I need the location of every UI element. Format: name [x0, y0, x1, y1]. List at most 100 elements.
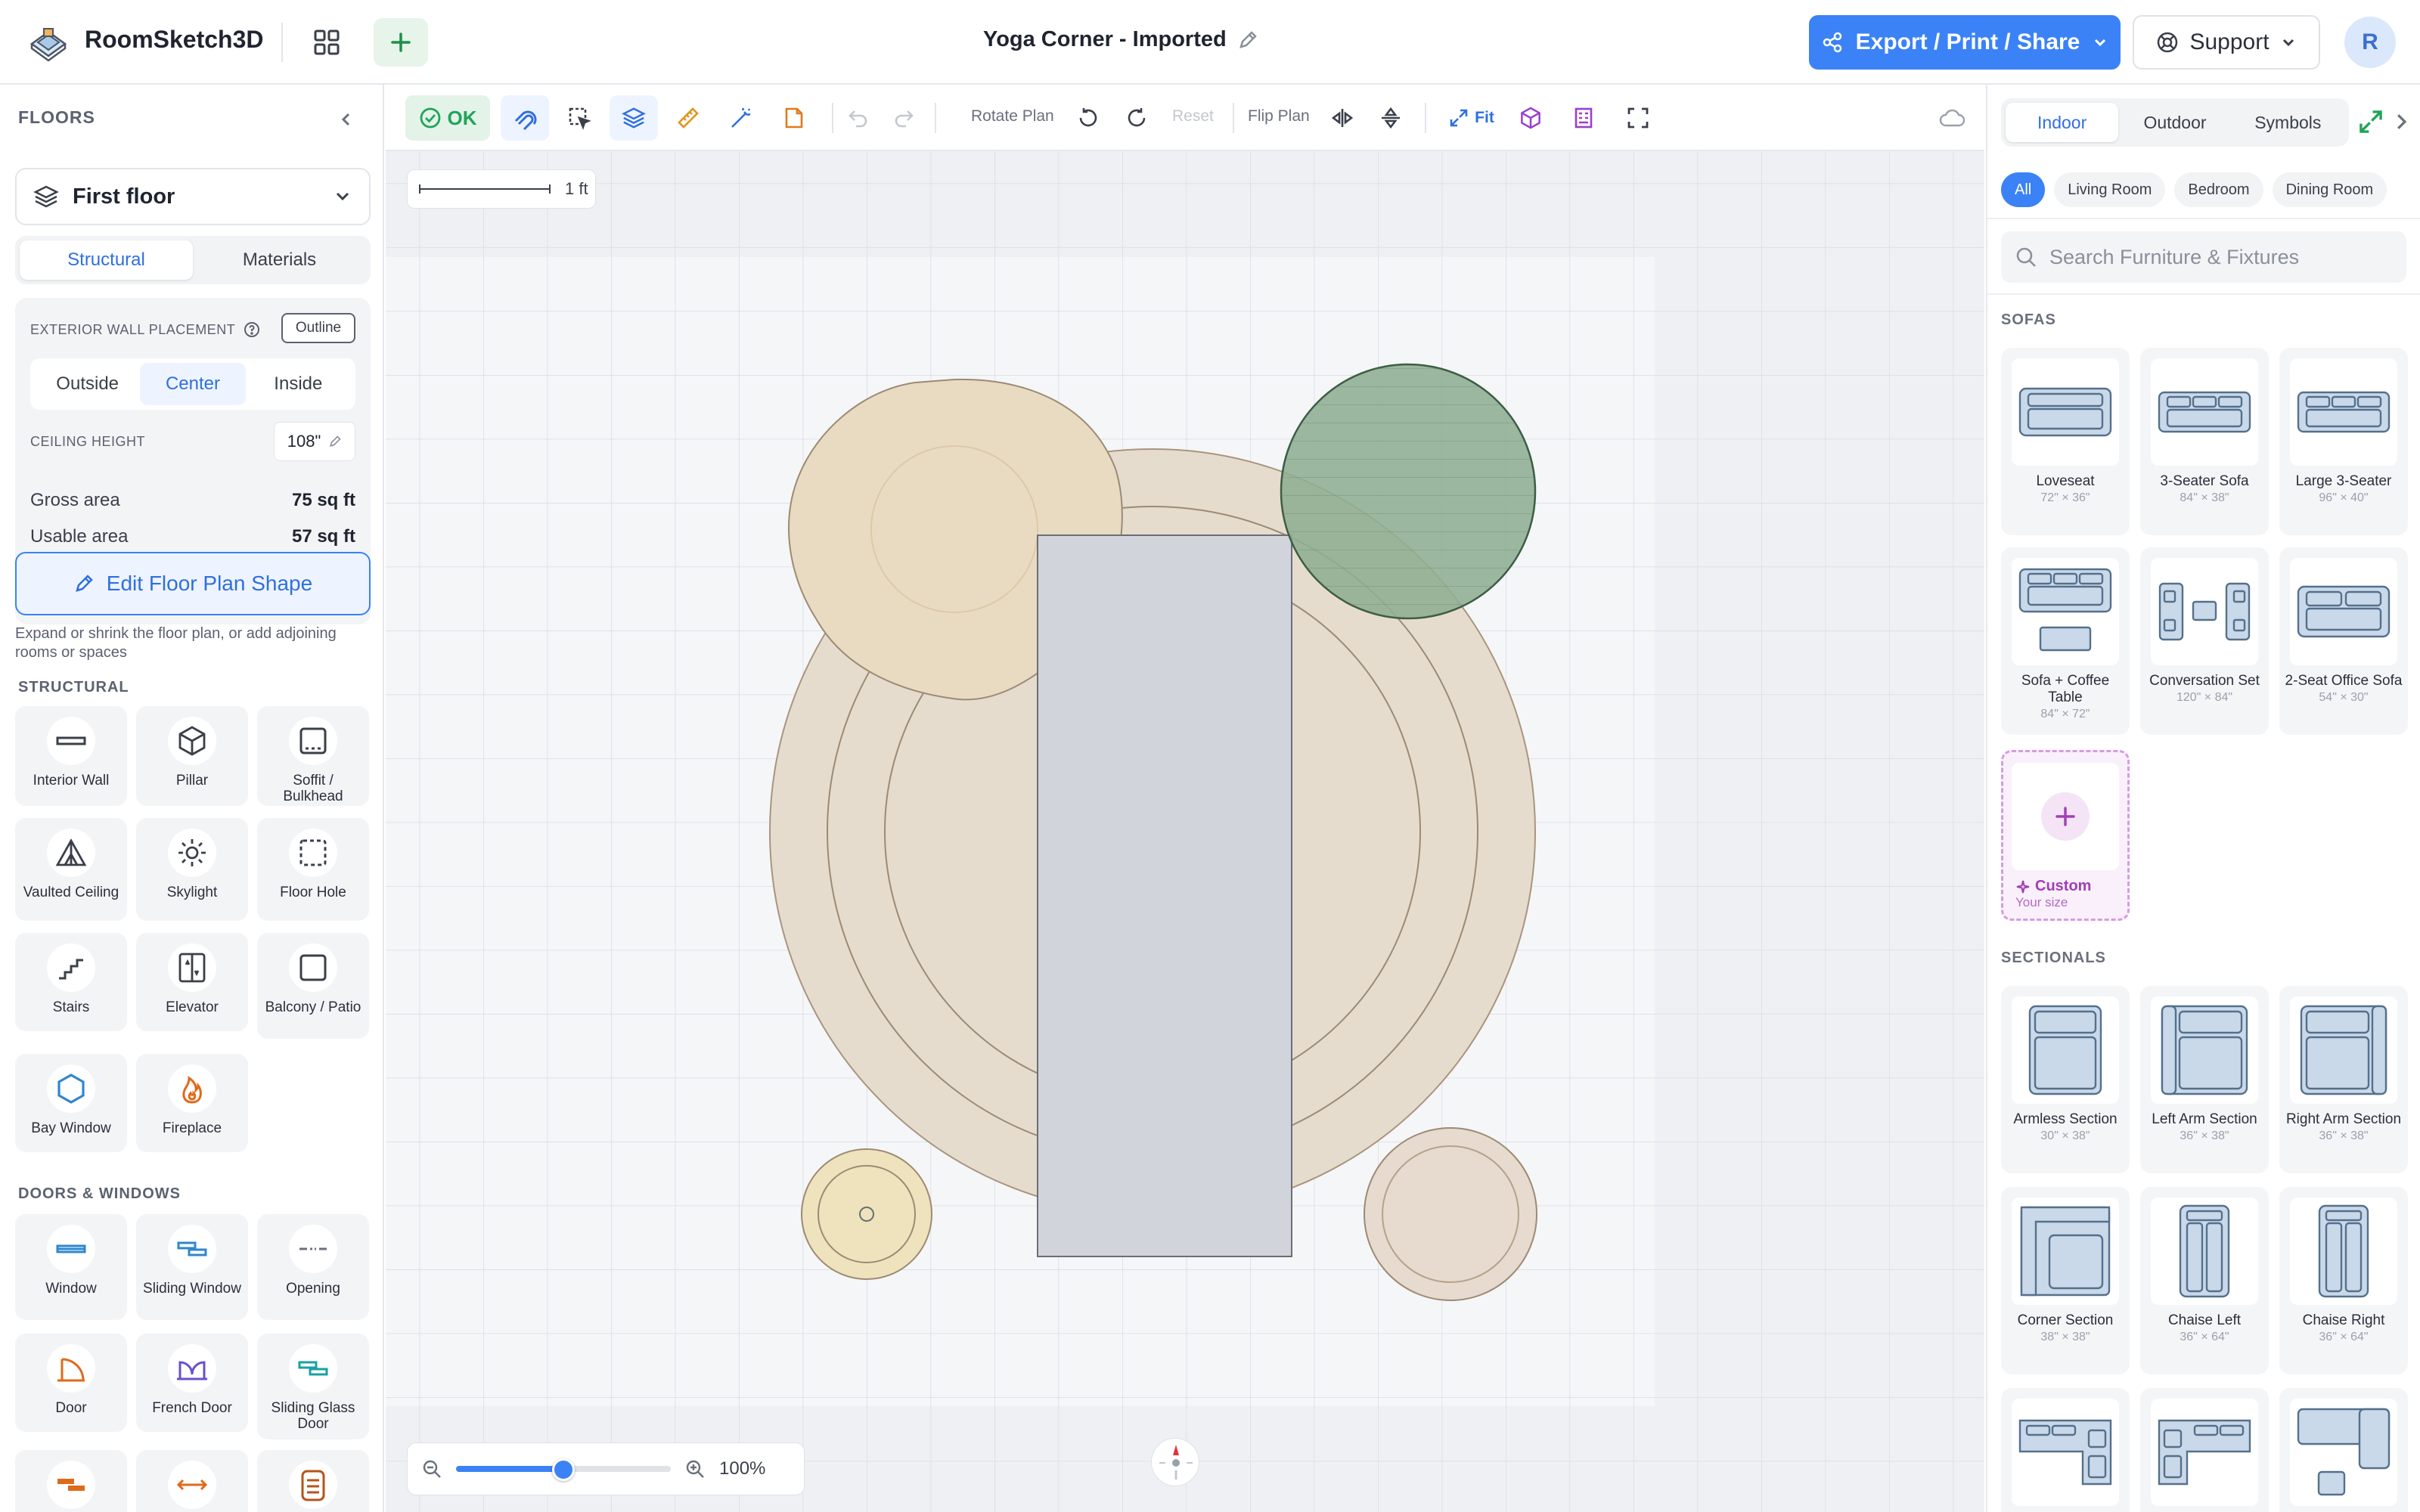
item-custom-size[interactable]: Custom Your size — [2001, 750, 2130, 921]
chip-bedroom[interactable]: Bedroom — [2174, 172, 2263, 207]
pencil-icon[interactable] — [1237, 29, 1258, 51]
item-armless-section[interactable]: Armless Section 30" × 38" — [2001, 986, 2130, 1173]
chip-all[interactable]: All — [2001, 172, 2046, 207]
tool-stairs[interactable]: Stairs — [15, 933, 127, 1031]
zoom-in-icon[interactable] — [684, 1458, 706, 1479]
floor-selector[interactable]: First floor — [15, 168, 371, 225]
rotate-right-button[interactable] — [1118, 95, 1156, 141]
zoom-slider[interactable] — [456, 1458, 671, 1481]
edit-floor-plan-button[interactable]: Edit Floor Plan Shape — [15, 552, 371, 615]
tool-bay-window[interactable]: Bay Window — [15, 1054, 127, 1152]
item-conversation-set[interactable]: Conversation Set 120" × 84" — [2140, 547, 2269, 735]
chip-dining-room[interactable]: Dining Room — [2272, 172, 2387, 207]
tool-pillar[interactable]: Pillar — [136, 706, 248, 806]
export-print-share-button[interactable]: Export / Print / Share — [1809, 15, 2121, 70]
item-l-sectional-left[interactable] — [2001, 1388, 2130, 1512]
expand-panel-button[interactable] — [2358, 109, 2384, 135]
logo-icon[interactable] — [26, 21, 71, 64]
item-left-arm-section[interactable]: Left Arm Section 36" × 38" — [2140, 986, 2269, 1173]
tool-french-door[interactable]: French Door — [136, 1334, 248, 1432]
measure-tool[interactable] — [666, 95, 711, 141]
compass-icon[interactable] — [1151, 1438, 1199, 1486]
tool-balcony-patio[interactable]: Balcony / Patio — [257, 933, 369, 1039]
item-chaise-right[interactable]: Chaise Right 36" × 64" — [2279, 1187, 2408, 1374]
tool-more-1[interactable] — [15, 1450, 127, 1512]
item-3-seater-sofa[interactable]: 3-Seater Sofa 84" × 38" — [2140, 348, 2269, 535]
user-avatar[interactable]: R — [2344, 17, 2396, 68]
support-button[interactable]: Support — [2133, 15, 2320, 70]
zoom-out-icon[interactable] — [421, 1458, 442, 1479]
tool-interior-wall[interactable]: Interior Wall — [15, 706, 127, 806]
tool-elevator[interactable]: Elevator — [136, 933, 248, 1031]
magic-tool[interactable] — [718, 95, 764, 141]
tool-skylight[interactable]: Skylight — [136, 818, 248, 921]
item-loveseat[interactable]: Loveseat 72" × 36" — [2001, 348, 2130, 535]
item-l-sectional-right[interactable] — [2140, 1388, 2269, 1512]
document-title[interactable]: Yoga Corner - Imported — [983, 27, 1258, 52]
tool-opening[interactable]: Opening — [257, 1214, 369, 1320]
item-chaise-left[interactable]: Chaise Left 36" × 64" — [2140, 1187, 2269, 1374]
collapse-right-button[interactable] — [2390, 109, 2412, 135]
tab-outdoor[interactable]: Outdoor — [2118, 103, 2231, 142]
elevation-view-button[interactable] — [1562, 95, 1605, 141]
item-sectional-ottoman[interactable] — [2279, 1388, 2408, 1512]
undo-icon — [849, 110, 867, 128]
furniture-search[interactable]: Search Furniture & Fixtures — [2001, 231, 2406, 283]
layers-tool[interactable] — [610, 95, 658, 141]
snap-tool[interactable] — [501, 95, 549, 141]
floor-plan-drawing[interactable] — [386, 151, 1984, 1512]
ceiling-height-field[interactable]: 108" — [274, 422, 355, 461]
fit-button[interactable]: Fit — [1440, 95, 1503, 141]
cabinet-icon — [289, 1461, 337, 1509]
tab-symbols[interactable]: Symbols — [2232, 103, 2344, 142]
small-side-table[interactable] — [801, 1148, 932, 1280]
item-name: Armless Section — [2013, 1111, 2118, 1127]
building-icon — [1575, 107, 1593, 129]
tool-window[interactable]: Window — [15, 1214, 127, 1320]
item-right-arm-section[interactable]: Right Arm Section 36" × 38" — [2279, 986, 2408, 1173]
placement-center[interactable]: Center — [140, 363, 246, 405]
placement-inside[interactable]: Inside — [246, 363, 351, 405]
status-ok-button[interactable]: OK — [405, 95, 490, 141]
tool-more-3[interactable] — [257, 1450, 369, 1512]
floor-plan-canvas[interactable]: 1 ft 100% — [386, 151, 1984, 1512]
tab-structural[interactable]: Structural — [20, 240, 193, 280]
undo-button[interactable] — [839, 95, 877, 141]
tool-floor-hole[interactable]: Floor Hole — [257, 818, 369, 921]
flip-horizontal-button[interactable] — [1323, 95, 1361, 141]
3d-view-button[interactable] — [1509, 95, 1552, 141]
tool-door[interactable]: Door — [15, 1334, 127, 1432]
notes-tool[interactable] — [771, 95, 817, 141]
item-2-seat-office-sofa[interactable]: 2-Seat Office Sofa 54" × 30" — [2279, 547, 2408, 735]
rotate-left-button[interactable] — [1069, 95, 1107, 141]
select-tool[interactable] — [557, 95, 602, 141]
tool-more-2[interactable] — [136, 1450, 248, 1512]
round-floor-cushion[interactable] — [1364, 1127, 1537, 1301]
item-sofa-coffee-table[interactable]: Sofa + Coffee Table 84" × 72" — [2001, 547, 2130, 735]
toolbar-divider — [1233, 103, 1234, 133]
tool-label: Sliding Glass Door — [271, 1400, 355, 1432]
dashboard-button[interactable] — [306, 23, 348, 62]
redo-button[interactable] — [885, 95, 923, 141]
item-large-3-seater[interactable]: Large 3-Seater 96" × 40" — [2279, 348, 2408, 535]
collapse-panel-button[interactable] — [333, 106, 360, 133]
fullscreen-button[interactable] — [1617, 95, 1659, 141]
item-corner-section[interactable]: Corner Section 38" × 38" — [2001, 1187, 2130, 1374]
yoga-mat[interactable] — [1037, 534, 1292, 1257]
tab-materials[interactable]: Materials — [193, 240, 366, 280]
cloud-sync-status[interactable] — [1933, 95, 1971, 141]
zoom-slider-handle[interactable] — [552, 1458, 575, 1481]
tool-sliding-window[interactable]: Sliding Window — [136, 1214, 248, 1320]
tab-indoor[interactable]: Indoor — [2006, 103, 2119, 142]
help-icon[interactable] — [243, 321, 261, 339]
tool-soffit-bulkhead[interactable]: Soffit / Bulkhead — [257, 706, 369, 806]
outline-button[interactable]: Outline — [281, 313, 355, 343]
reset-button[interactable]: Reset — [1172, 107, 1214, 125]
chip-living-room[interactable]: Living Room — [2054, 172, 2166, 207]
flip-vertical-button[interactable] — [1372, 95, 1410, 141]
new-project-button[interactable] — [374, 18, 428, 67]
tool-vaulted-ceiling[interactable]: Vaulted Ceiling — [15, 818, 127, 921]
placement-outside[interactable]: Outside — [35, 363, 140, 405]
tool-fireplace[interactable]: Fireplace — [136, 1054, 248, 1152]
tool-sliding-glass-door[interactable]: Sliding Glass Door — [257, 1334, 369, 1439]
